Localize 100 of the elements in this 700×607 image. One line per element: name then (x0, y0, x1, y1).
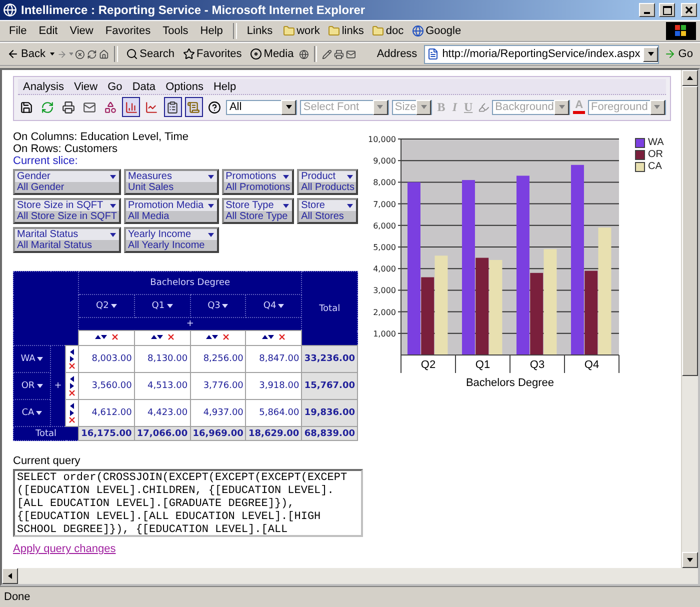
slice-label: Current slice: (13, 155, 79, 167)
member-value: Unit Sales (126, 182, 217, 193)
search-button[interactable]: Search (122, 48, 178, 60)
stop-icon[interactable] (75, 48, 86, 60)
expand-button[interactable]: + (50, 346, 66, 426)
dimension-dropdown[interactable]: Promotion Media (126, 200, 217, 211)
favorites-button[interactable]: Favorites (180, 48, 245, 60)
dropdown-button[interactable] (643, 46, 658, 62)
y-tick-label: 10,000 (369, 135, 396, 144)
caret-icon (36, 383, 43, 389)
y-tick-label: 3,000 (373, 286, 396, 296)
scroll-icon (187, 100, 200, 114)
menu-item[interactable]: Data (127, 80, 161, 92)
down-arrow-icon (156, 334, 163, 340)
toolbar-button[interactable] (164, 97, 182, 117)
down-arrow-icon (212, 334, 218, 340)
menu-item[interactable]: View (68, 80, 103, 92)
vertical-scrollbar[interactable] (681, 70, 698, 568)
quarter-dropdown[interactable]: Q3 (208, 301, 228, 311)
horizontal-scrollbar[interactable] (2, 568, 698, 584)
expand-button[interactable]: + (78, 318, 302, 330)
link-button[interactable]: links (324, 25, 367, 37)
dimension-dropdown[interactable]: Promotions (224, 171, 292, 182)
quarter-dropdown[interactable]: Q4 (263, 301, 284, 311)
quarter-dropdown[interactable]: Q1 (152, 301, 173, 311)
query-label: Current query (13, 455, 82, 467)
sort-button[interactable] (205, 334, 220, 340)
member-value: All Promotions (224, 182, 292, 193)
globe-icon[interactable] (298, 48, 309, 60)
query-field[interactable]: SELECT order(CROSSJOIN(EXCEPT(EXCEPT(EXCEPT(EXCEPT ([EDUCATION LEVEL].CHILDREN, {[EDUCATION LEVEL]. [ALL EDUCATION LEVEL].[GRADUATE DEGREE]}), {[EDUCATION LEVEL].[ALL EDUCATION LEVEL].[HIGH SCHOOL DEGREE]}), {[EDUCATION LEVEL].[ALL (13, 469, 363, 537)
refresh-icon[interactable] (87, 48, 98, 60)
caret-icon (166, 303, 173, 309)
close-button[interactable] (681, 3, 697, 17)
menu-item[interactable]: Go (102, 80, 128, 92)
left-arrow-icon (7, 573, 13, 579)
y-tick-label: 4,000 (373, 264, 396, 274)
dimension-dropdown[interactable]: Store Size in SQFT (15, 200, 120, 211)
dimension-dropdown[interactable]: Gender (15, 171, 120, 182)
maximize-icon (662, 6, 672, 14)
menu-item[interactable]: Analysis (18, 80, 69, 92)
filter-dropdown[interactable]: All (226, 100, 298, 114)
window-title: Intellimerce : Reporting Service - Microsoft Internet Explorer (21, 3, 366, 17)
envelope-icon (82, 100, 96, 114)
dimension-dropdown[interactable]: Marital Status (15, 229, 120, 240)
member-dropdown[interactable]: WA (20, 354, 44, 364)
sort-button[interactable] (94, 334, 108, 340)
apply-query-link[interactable]: Apply query changes (13, 543, 361, 555)
dimension-dropdown[interactable]: Store (299, 200, 356, 211)
member-value: All Store Size in SQFT (15, 211, 120, 222)
link-button[interactable]: Google (408, 25, 464, 37)
home-icon[interactable] (99, 48, 110, 60)
member-value: All Media (126, 211, 217, 222)
y-tick-label: 8,000 (373, 178, 396, 188)
menu-item[interactable]: View (64, 25, 98, 37)
edit-icon[interactable] (322, 48, 332, 60)
maximize-button[interactable] (659, 3, 675, 17)
menu-item[interactable]: Edit (34, 25, 63, 37)
total-cell: 18,629.00 (246, 426, 302, 440)
category-label: Q4 (584, 359, 600, 371)
link-button[interactable]: work (280, 25, 323, 37)
media-button[interactable]: Media (246, 48, 297, 60)
menu-item[interactable]: Tools (158, 25, 194, 37)
save-icon (20, 100, 34, 114)
total-cell: 15,767.00 (302, 372, 358, 400)
member-dropdown[interactable]: CA (22, 408, 42, 418)
legend-label: OR (648, 149, 663, 160)
go-button[interactable]: Go (661, 48, 696, 60)
toolbar-button[interactable] (184, 97, 203, 117)
toolbar-button[interactable] (122, 97, 140, 117)
dimension-dropdown[interactable]: Product (299, 171, 356, 182)
remove-icon[interactable] (69, 417, 75, 423)
print-icon[interactable] (334, 48, 344, 60)
disc-icon (250, 48, 262, 60)
menu-item[interactable]: Options (160, 80, 208, 92)
folder-icon (282, 25, 295, 37)
sort-button[interactable] (261, 334, 276, 340)
menu-item[interactable]: File (4, 25, 32, 37)
browser-logo-icon (3, 3, 17, 17)
y-tick-label: 5,000 (373, 243, 396, 252)
right-arrow-icon (69, 356, 75, 362)
member-value: All Store Type (224, 211, 292, 222)
quarter-dropdown[interactable]: Q2 (96, 301, 117, 311)
x-axis-label: Bachelors Degree (466, 377, 554, 389)
menu-item[interactable]: Help (195, 25, 228, 37)
back-button[interactable]: Back (4, 48, 48, 60)
dropdown-arrow-icon (377, 104, 384, 110)
remove-icon[interactable] (69, 390, 75, 396)
value-cell: 8,256.00 (190, 346, 246, 372)
remove-icon[interactable] (69, 363, 75, 369)
minimize-button[interactable] (639, 3, 655, 17)
sort-button[interactable] (150, 334, 164, 340)
dimension-dropdown[interactable]: Yearly Income (126, 229, 217, 240)
address-field[interactable]: http://moria/ReportingService/index.aspx (424, 44, 660, 64)
link-button[interactable]: doc (368, 25, 407, 37)
member-dropdown[interactable]: OR (21, 381, 43, 391)
highlighter-icon[interactable] (478, 100, 490, 114)
dimension-dropdown[interactable]: Store Type (224, 200, 292, 211)
dimension-dropdown[interactable]: Measures (126, 171, 217, 182)
menu-item[interactable]: Help (208, 80, 242, 92)
menu-item[interactable]: Favorites (100, 25, 156, 37)
